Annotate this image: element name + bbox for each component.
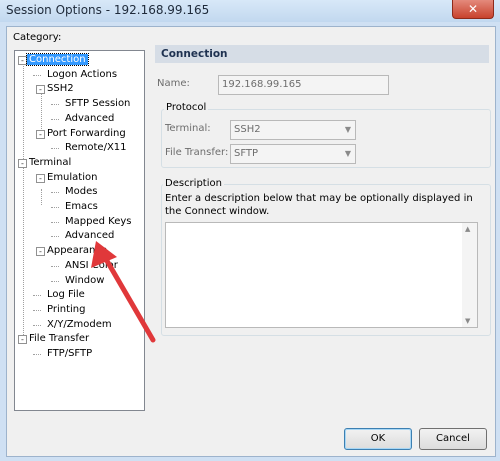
arrow-shaft <box>100 251 156 343</box>
annotation-arrow <box>91 241 156 343</box>
session-options-window: Session Options - 192.168.99.165 ✕ Categ… <box>0 0 500 461</box>
arrow-head <box>91 241 117 268</box>
